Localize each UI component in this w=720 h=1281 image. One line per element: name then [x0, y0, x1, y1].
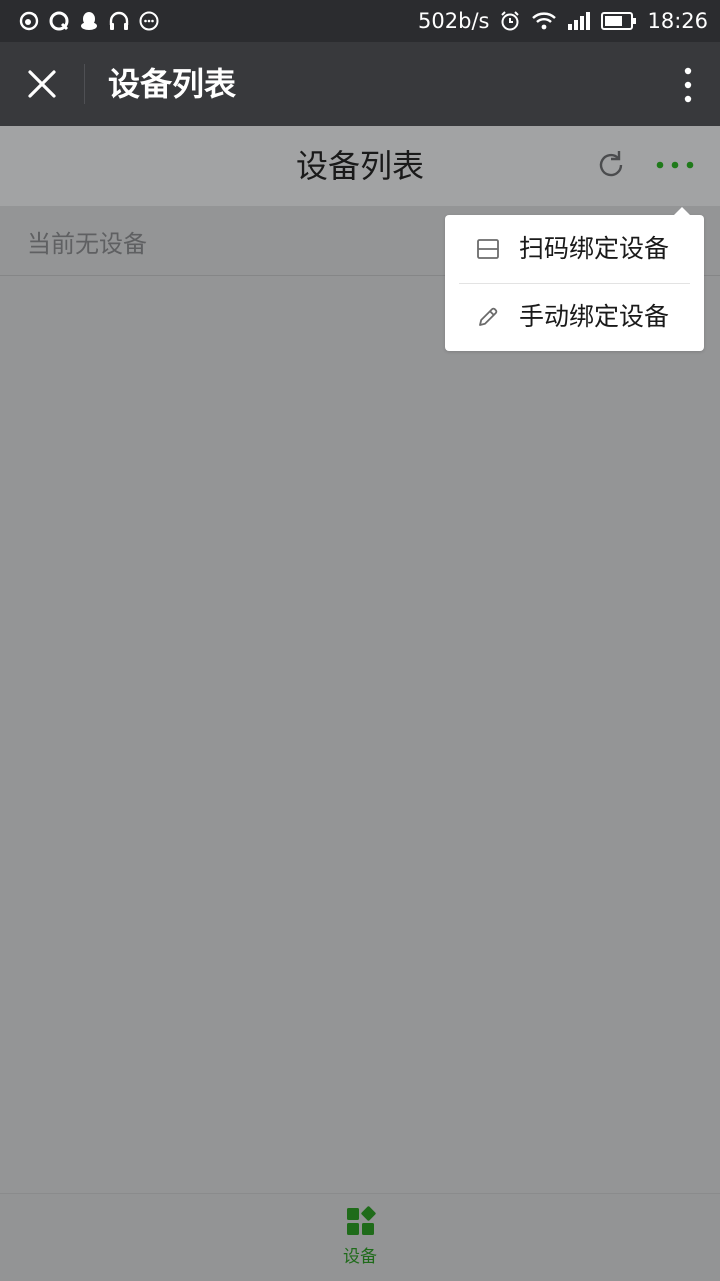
- tab-devices[interactable]: 设备: [0, 1242, 720, 1267]
- qq-icon: [81, 12, 97, 30]
- menu-item-manual-bind[interactable]: 手动绑定设备: [445, 283, 704, 351]
- bind-device-menu: 扫码绑定设备 手动绑定设备: [445, 207, 704, 351]
- notification-icons: [18, 9, 160, 33]
- close-icon[interactable]: [22, 64, 62, 104]
- status-bar: 502b/s 18:26: [0, 0, 720, 42]
- network-speed: 502b/s: [418, 9, 490, 33]
- chat-icon: [139, 11, 159, 31]
- scan-icon: [477, 239, 499, 259]
- menu-item-label: 扫码绑定设备: [519, 234, 670, 263]
- bottom-tab-bar: 设备: [0, 1193, 720, 1281]
- empty-state-text: 当前无设备: [27, 230, 147, 258]
- headphones-icon: [109, 11, 129, 30]
- weibo-icon: [19, 11, 39, 31]
- qq-browser-icon: [49, 11, 69, 31]
- wifi-icon: [532, 12, 557, 30]
- signal-icon: [568, 12, 591, 30]
- webview-title-bar: 设备列表: [0, 42, 720, 126]
- window-title: 设备列表: [108, 65, 237, 103]
- vertical-more-icon[interactable]: [682, 66, 694, 104]
- status-right: 502b/s 18:26: [418, 0, 708, 42]
- devices-icon[interactable]: [346, 1206, 376, 1236]
- title-divider: [84, 64, 85, 104]
- pencil-icon: [479, 307, 498, 326]
- menu-item-scan-bind[interactable]: 扫码绑定设备: [445, 215, 704, 283]
- more-dots-icon[interactable]: [654, 156, 696, 174]
- clock: 18:26: [647, 9, 708, 33]
- page-header: 设备列表: [0, 126, 720, 206]
- battery-icon: [601, 12, 637, 30]
- alarm-icon: [501, 11, 520, 31]
- refresh-icon[interactable]: [594, 148, 628, 182]
- menu-item-label: 手动绑定设备: [519, 302, 670, 331]
